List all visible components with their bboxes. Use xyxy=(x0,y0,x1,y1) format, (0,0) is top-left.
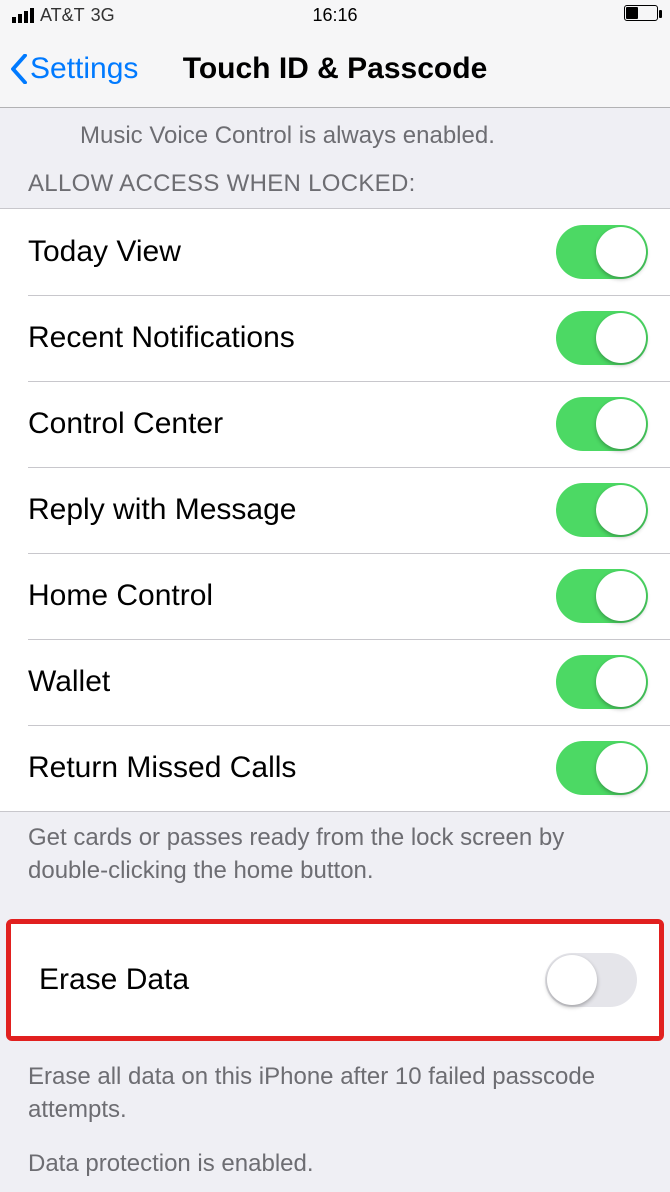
erase-data-footer-2: Data protection is enabled. xyxy=(0,1136,670,1190)
erase-data-group: Erase Data xyxy=(11,924,659,1036)
row-reply-with-message: Reply with Message xyxy=(0,467,670,553)
row-home-control: Home Control xyxy=(0,553,670,639)
allow-access-footer: Get cards or passes ready from the lock … xyxy=(0,812,670,897)
erase-data-highlight: Erase Data xyxy=(6,919,664,1041)
back-button[interactable]: Settings xyxy=(10,52,138,86)
toggle-return-missed-calls[interactable] xyxy=(556,741,648,795)
toggle-recent-notifications[interactable] xyxy=(556,311,648,365)
page-title: Touch ID & Passcode xyxy=(183,52,488,86)
row-label: Wallet xyxy=(28,665,110,699)
allow-access-header: ALLOW ACCESS WHEN LOCKED: xyxy=(0,162,670,208)
row-return-missed-calls: Return Missed Calls xyxy=(0,725,670,811)
erase-data-footer-1: Erase all data on this iPhone after 10 f… xyxy=(0,1047,670,1136)
toggle-today-view[interactable] xyxy=(556,225,648,279)
carrier-label: AT&T xyxy=(40,5,85,26)
clock: 16:16 xyxy=(312,5,357,26)
row-today-view: Today View xyxy=(0,209,670,295)
row-label: Home Control xyxy=(28,579,213,613)
row-control-center: Control Center xyxy=(0,381,670,467)
back-label: Settings xyxy=(30,52,138,86)
status-right xyxy=(620,5,658,26)
toggle-erase-data[interactable] xyxy=(545,953,637,1007)
status-left: AT&T 3G xyxy=(12,5,115,26)
toggle-control-center[interactable] xyxy=(556,397,648,451)
network-label: 3G xyxy=(91,5,115,26)
battery-icon xyxy=(624,5,658,21)
row-erase-data: Erase Data xyxy=(11,924,659,1036)
allow-access-group: Today View Recent Notifications Control … xyxy=(0,208,670,812)
row-label: Reply with Message xyxy=(28,493,296,527)
row-wallet: Wallet xyxy=(0,639,670,725)
toggle-reply-with-message[interactable] xyxy=(556,483,648,537)
chevron-left-icon xyxy=(10,54,28,84)
toggle-wallet[interactable] xyxy=(556,655,648,709)
row-label: Control Center xyxy=(28,407,223,441)
status-bar: AT&T 3G 16:16 xyxy=(0,0,670,30)
row-label: Erase Data xyxy=(39,963,189,997)
row-recent-notifications: Recent Notifications xyxy=(0,295,670,381)
toggle-home-control[interactable] xyxy=(556,569,648,623)
signal-strength-icon xyxy=(12,8,34,23)
voice-control-note: Music Voice Control is always enabled. xyxy=(0,114,670,162)
navigation-bar: Settings Touch ID & Passcode xyxy=(0,30,670,108)
row-label: Today View xyxy=(28,235,181,269)
row-label: Return Missed Calls xyxy=(28,751,296,785)
row-label: Recent Notifications xyxy=(28,321,295,355)
